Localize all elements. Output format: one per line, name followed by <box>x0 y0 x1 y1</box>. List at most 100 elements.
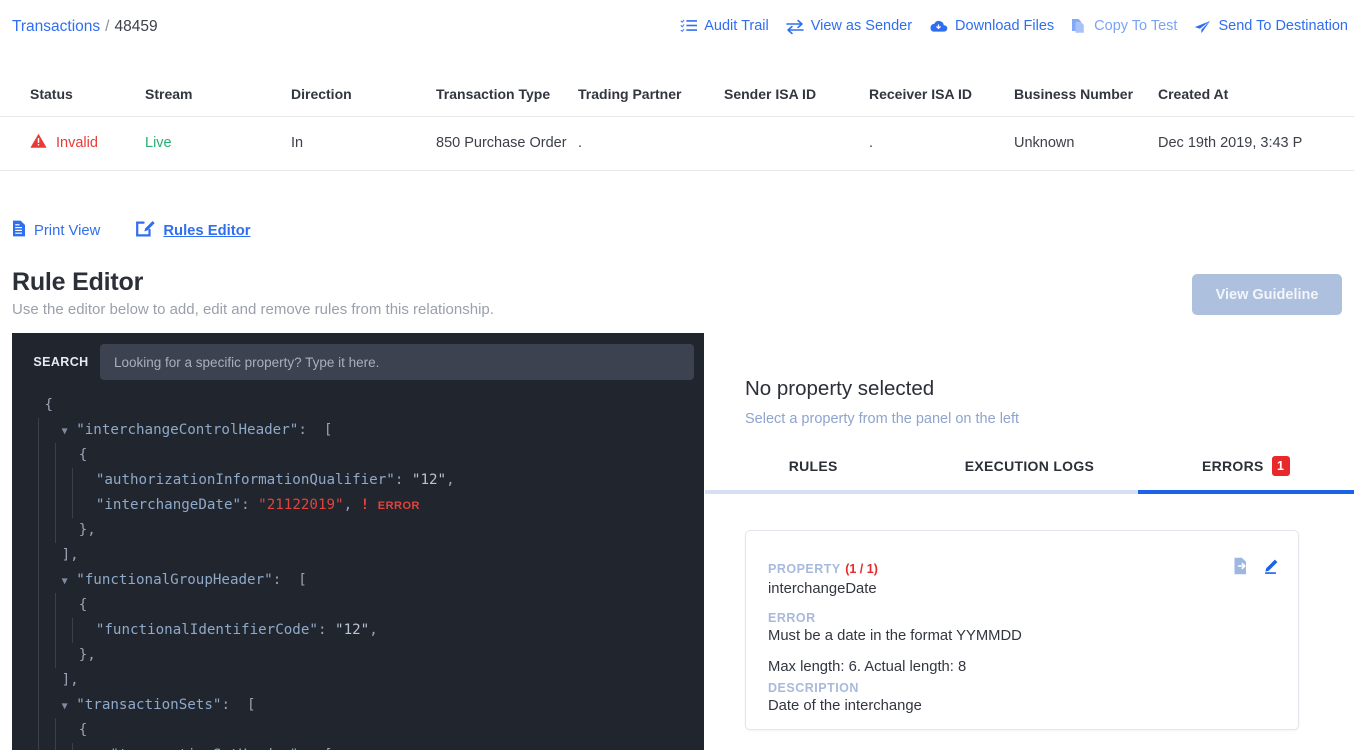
cell-stream: Live <box>145 116 291 171</box>
breadcrumb-transactions-link[interactable]: Transactions <box>12 18 100 35</box>
indent-guide <box>38 618 39 643</box>
error-detail: Max length: 6. Actual length: 8 <box>768 659 967 675</box>
cell-transaction-type: 850 Purchase Order <box>436 116 578 171</box>
tab-underline <box>705 490 1354 494</box>
pencil-edit-icon[interactable] <box>1262 557 1280 575</box>
json-line[interactable]: ], <box>12 668 704 693</box>
indent-guide <box>55 718 57 743</box>
json-line[interactable]: { <box>12 593 704 618</box>
json-line[interactable]: { <box>12 718 704 743</box>
json-line[interactable]: "authorizationInformationQualifier": "12… <box>12 468 704 493</box>
json-line-text: ▼ "functionalGroupHeader": [ <box>61 572 307 588</box>
page-subtitle: Use the editor below to add, edit and re… <box>12 301 494 318</box>
json-line-text: }, <box>78 647 96 663</box>
json-line[interactable]: ▼ "interchangeControlHeader": [ <box>12 418 704 443</box>
json-line[interactable]: "functionalIdentifierCode": "12", <box>12 618 704 643</box>
error-label: ERROR <box>768 611 816 625</box>
column-header-status: Status <box>0 76 145 117</box>
copy-to-test-button[interactable]: Copy To Test <box>1071 18 1177 35</box>
json-line[interactable]: { <box>12 443 704 468</box>
json-line-text: { <box>44 397 54 413</box>
indent-guide <box>38 543 39 568</box>
json-line-text: ▼ "transactionSets": [ <box>61 697 256 713</box>
cell-receiver-isa-id: . <box>869 116 1014 171</box>
indent-guide <box>55 593 57 618</box>
json-line[interactable]: }, <box>12 518 704 543</box>
search-input[interactable] <box>100 344 694 380</box>
indent-guide <box>38 443 39 468</box>
top-bar: Transactions /48459 Audit Trail View as S… <box>0 0 1354 58</box>
tab-active-indicator <box>1138 490 1354 494</box>
send-to-destination-button[interactable]: Send To Destination <box>1194 19 1348 35</box>
indent-guide <box>38 593 39 618</box>
description-value: Date of the interchange <box>768 698 922 714</box>
json-line-text: }, <box>78 522 96 538</box>
indent-guide <box>38 668 39 693</box>
json-line[interactable]: ▼ "transactionSets": [ <box>12 693 704 718</box>
tab-errors[interactable]: ERRORS 1 <box>1138 438 1354 493</box>
page-title: Rule Editor <box>12 268 144 296</box>
breadcrumb: Transactions /48459 <box>12 18 158 36</box>
json-line[interactable]: }, <box>12 643 704 668</box>
column-header-receiver-isa-id: Receiver ISA ID <box>869 76 1014 117</box>
cloud-download-icon <box>929 19 948 35</box>
detail-panel: No property selected Select a property f… <box>705 333 1354 750</box>
error-card: PROPERTY (1 / 1) interchangeDate ERROR M… <box>745 530 1299 730</box>
chevron-down-icon[interactable]: ▼ <box>62 701 68 712</box>
download-files-button[interactable]: Download Files <box>929 19 1054 35</box>
audit-trail-label: Audit Trail <box>704 18 769 35</box>
audit-trail-button[interactable]: Audit Trail <box>680 18 769 35</box>
json-line[interactable]: { <box>12 393 704 418</box>
json-line-text: { <box>78 722 88 738</box>
json-tree[interactable]: {▼ "interchangeControlHeader": [{"author… <box>12 385 704 750</box>
view-as-sender-label: View as Sender <box>810 18 913 35</box>
top-actions: Audit Trail View as Sender Download File… <box>680 18 1348 35</box>
tab-rules[interactable]: RULES <box>705 438 921 493</box>
transaction-table-wrapper: Status Stream Direction Transaction Type… <box>0 76 1354 171</box>
json-line-text: ▼ "transactionSetHeader": [ <box>12 743 332 750</box>
cell-trading-partner: . <box>578 116 724 171</box>
json-line[interactable]: ▼ "transactionSetHeader": [ <box>12 743 704 750</box>
property-value: interchangeDate <box>768 581 877 597</box>
view-as-sender-button[interactable]: View as Sender <box>785 18 913 35</box>
breadcrumb-current-id: 48459 <box>114 18 158 35</box>
table-header-row: Status Stream Direction Transaction Type… <box>0 76 1354 117</box>
column-header-sender-isa-id: Sender ISA ID <box>724 76 869 117</box>
property-row: PROPERTY (1 / 1) <box>768 560 878 578</box>
table-row[interactable]: Invalid Live In 850 Purchase Order . . U… <box>0 116 1354 171</box>
json-line[interactable]: ], <box>12 543 704 568</box>
export-document-icon[interactable] <box>1233 557 1250 575</box>
json-line-text: ], <box>61 672 79 688</box>
status-badge: Invalid <box>56 135 98 151</box>
view-links: Print View Rules Editor <box>12 220 251 241</box>
column-header-trading-partner: Trading Partner <box>578 76 724 117</box>
print-view-label: Print View <box>34 222 101 239</box>
indent-guide <box>72 468 74 493</box>
search-row: SEARCH <box>22 344 694 380</box>
view-guideline-button[interactable]: View Guideline <box>1192 274 1342 315</box>
breadcrumb-separator: / <box>105 18 110 35</box>
rules-editor-link[interactable]: Rules Editor <box>136 220 251 241</box>
json-line[interactable]: ▼ "functionalGroupHeader": [ <box>12 568 704 593</box>
no-property-title: No property selected <box>745 377 935 400</box>
print-view-link[interactable]: Print View <box>12 220 100 241</box>
indent-guide <box>55 743 57 750</box>
indent-guide <box>38 718 39 743</box>
json-line-text: { <box>78 597 88 613</box>
indent-guide <box>55 443 57 468</box>
error-message: Must be a date in the format YYMMDD <box>768 628 1022 644</box>
indent-guide <box>55 493 57 518</box>
indent-guide <box>55 518 57 543</box>
document-icon <box>12 220 26 241</box>
edit-square-icon <box>136 220 156 241</box>
swap-arrows-icon <box>785 19 804 35</box>
stream-value: Live <box>145 135 172 151</box>
chevron-down-icon[interactable]: ▼ <box>62 576 68 587</box>
search-label: SEARCH <box>33 355 89 369</box>
chevron-down-icon[interactable]: ▼ <box>62 426 68 437</box>
json-line[interactable]: "interchangeDate": "21122019", ! ERROR <box>12 493 704 518</box>
indent-guide <box>55 643 57 668</box>
tab-execution-logs[interactable]: EXECUTION LOGS <box>921 438 1137 493</box>
column-header-created-at: Created At <box>1158 76 1354 117</box>
json-editor-panel: SEARCH {▼ "interchangeControlHeader": [{… <box>12 333 704 750</box>
